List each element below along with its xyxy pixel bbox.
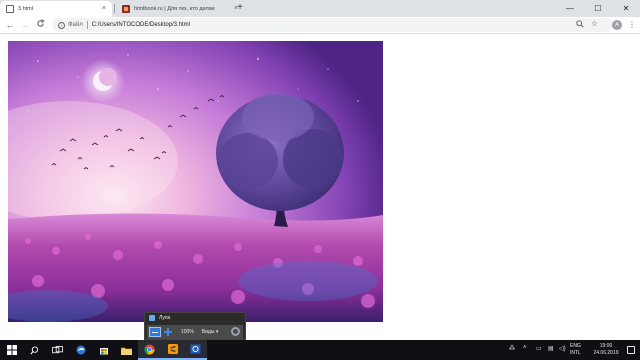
htmlbook-favicon-icon: [122, 5, 130, 13]
clock-date: 24.06.2019: [593, 349, 619, 356]
views-label: Виды: [201, 329, 215, 335]
purple-tree-field-image: [8, 41, 383, 322]
browser-menu-icon[interactable]: ⋮: [628, 19, 636, 31]
magnifier-icon: [149, 315, 155, 321]
star-icon[interactable]: ☆: [591, 19, 598, 28]
zoom-out-button[interactable]: [149, 327, 161, 337]
zoom-in-button[interactable]: [163, 327, 173, 337]
zoom-level: 100%: [181, 329, 194, 335]
profile-avatar[interactable]: A: [612, 20, 622, 30]
landscape-image: [8, 41, 383, 322]
page-favicon-icon: [6, 5, 14, 13]
file-explorer-icon[interactable]: [115, 340, 138, 360]
tab-label: 3.html: [18, 6, 33, 12]
magnifier-titlebar[interactable]: Лупа: [145, 313, 245, 323]
chrome-icon[interactable]: [138, 340, 161, 360]
magnifier-toolbar: 100% Виды ▾: [147, 325, 243, 339]
tab-separator: [114, 4, 115, 13]
language-code: ENG: [570, 343, 581, 349]
sublime-icon[interactable]: [161, 340, 184, 360]
reload-button[interactable]: [34, 19, 46, 31]
tab-label: htmlbook.ru | Для тех, кто делае: [134, 6, 215, 12]
search-icon[interactable]: [576, 20, 584, 30]
tab-strip: 3.html × htmlbook.ru | Для тех, кто дела…: [0, 0, 640, 17]
new-tab-button[interactable]: +: [234, 2, 246, 14]
search-icon[interactable]: [23, 340, 46, 360]
magnifier-title: Лупа: [159, 315, 171, 321]
edge-icon[interactable]: [69, 340, 92, 360]
address-bar[interactable]: i Файл C:/Users/INTOCODE/Desktop/3.html …: [52, 18, 614, 32]
people-icon[interactable]: ⁂: [509, 345, 515, 352]
close-tab-icon[interactable]: ×: [102, 4, 106, 14]
site-label: Файл: [68, 22, 83, 28]
info-icon[interactable]: i: [58, 21, 65, 29]
gear-icon[interactable]: [231, 327, 240, 336]
language-layout: INTL: [570, 349, 581, 356]
network-icon[interactable]: ▭: [536, 345, 542, 352]
maximize-button[interactable]: ☐: [584, 0, 612, 17]
forward-button[interactable]: →: [19, 19, 31, 31]
url-text[interactable]: C:/Users/INTOCODE/Desktop/3.html: [92, 22, 190, 28]
omnibox-divider: [86, 21, 88, 29]
back-button[interactable]: ←: [4, 19, 16, 31]
minimize-button[interactable]: —: [556, 0, 584, 17]
window-close-button[interactable]: ✕: [612, 0, 640, 17]
display-icon[interactable]: ▤: [548, 345, 554, 352]
store-icon[interactable]: [92, 340, 115, 360]
windows-taskbar: ⁂ ˄ ▭ ▤ ◁) ENG INTL 19:00 24.06.2019: [0, 340, 640, 360]
tab-3-html[interactable]: 3.html ×: [0, 1, 112, 17]
language-indicator[interactable]: ENG INTL: [570, 343, 581, 356]
chevron-down-icon: ▾: [215, 329, 219, 335]
clock[interactable]: 19:00 24.06.2019: [589, 343, 623, 356]
tab-htmlbook[interactable]: htmlbook.ru | Для тех, кто делае ×: [116, 1, 244, 17]
magnifier-window[interactable]: Лупа 100% Виды ▾: [144, 312, 246, 340]
browser-toolbar: ← → i Файл C:/Users/INTOCODE/Desktop/3.h…: [0, 17, 640, 34]
volume-icon[interactable]: ◁): [559, 345, 566, 352]
notifications-icon[interactable]: [627, 346, 635, 354]
chevron-up-icon[interactable]: ˄: [523, 345, 527, 351]
views-dropdown[interactable]: Виды ▾: [202, 329, 219, 335]
reload-icon: [36, 19, 45, 27]
windows-start-icon[interactable]: [0, 340, 23, 360]
magnifier-icon[interactable]: [184, 340, 207, 360]
task-view-icon[interactable]: [46, 340, 69, 360]
